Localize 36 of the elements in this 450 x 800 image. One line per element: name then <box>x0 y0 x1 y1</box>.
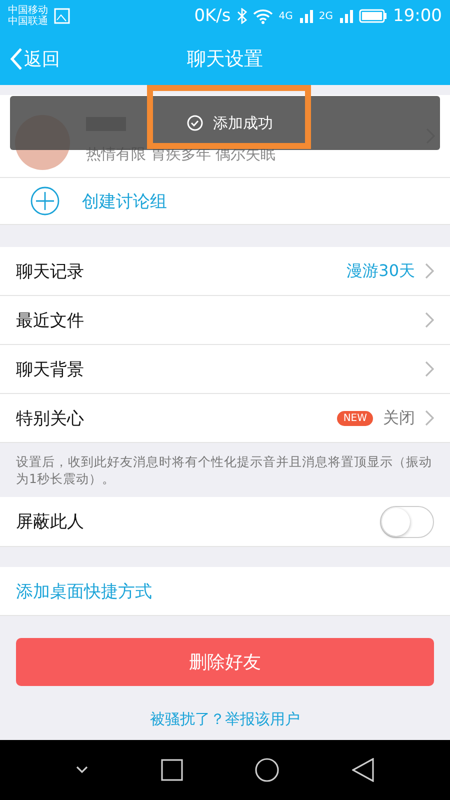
setting-value: 关闭 <box>383 408 415 428</box>
setting-label[interactable]: 特别关心 <box>16 406 328 430</box>
plus-circle-icon[interactable] <box>30 186 60 216</box>
report-link[interactable]: 被骚扰了？举报该用户 <box>150 710 300 729</box>
back-chevron-icon <box>10 48 22 70</box>
square-icon[interactable] <box>160 759 183 781</box>
check-circle-icon <box>187 115 203 131</box>
setting-label: 屏蔽此人 <box>16 511 85 533</box>
chevron-icon <box>425 361 434 377</box>
clock-time: 19:00 <box>393 6 442 26</box>
network-type: 2G <box>318 10 333 22</box>
home-icon[interactable] <box>255 758 280 782</box>
wifi-icon <box>252 8 273 24</box>
back-icon[interactable] <box>352 758 374 782</box>
chevron-icon <box>425 263 434 279</box>
create-group-link[interactable]: 创建讨论组 <box>82 190 167 212</box>
setting-value: 漫游30天 <box>346 260 415 282</box>
setting-label[interactable]: 聊天记录 <box>16 260 337 282</box>
toggle-switch[interactable] <box>380 506 434 538</box>
shortcut-link[interactable]: 添加桌面快捷方式 <box>16 580 152 602</box>
image-icon <box>54 8 70 24</box>
chevron-icon <box>425 312 434 328</box>
chevron-down-icon[interactable] <box>76 766 88 774</box>
battery-icon <box>359 9 387 23</box>
chevron-icon <box>425 410 434 426</box>
new-badge: NEW <box>337 410 373 426</box>
setting-note: 设置后，收到此好友消息时将有个性化提示音并且消息将置顶显示（振动为1秒长震动）。 <box>15 453 433 488</box>
bluetooth-icon <box>236 8 247 24</box>
page-title: 聊天设置 <box>187 46 263 72</box>
back-link[interactable]: 返回 <box>0 46 60 70</box>
signal-icon <box>298 9 313 23</box>
carrier-names: 中国移动 中国联通 <box>8 5 48 27</box>
delete-friend-button[interactable]: 删除好友 <box>16 638 434 686</box>
network-type: 4G <box>278 10 293 22</box>
network-speed: 0K/s <box>194 6 231 26</box>
signal-icon <box>339 9 353 23</box>
